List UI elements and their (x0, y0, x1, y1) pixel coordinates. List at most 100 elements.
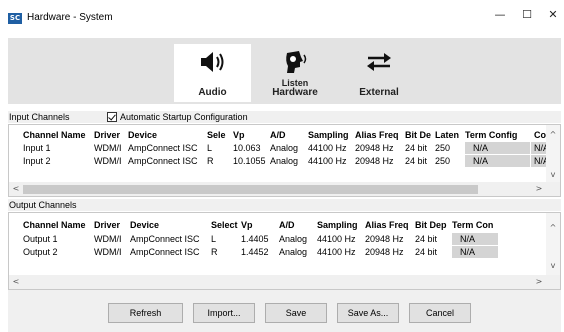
input-horizontal-scrollbar[interactable]: < > (9, 182, 560, 196)
tab-audio-label: Audio (198, 87, 227, 98)
column-header[interactable]: Device (128, 129, 206, 141)
output-vertical-scrollbar[interactable]: ^ v (546, 213, 560, 275)
cell-sampling: 44100 Hz (308, 143, 347, 153)
column-header[interactable]: Vp (241, 219, 277, 231)
cell-channel-name: Input 1 (23, 143, 51, 153)
column-header[interactable]: Bit Dep (415, 219, 449, 231)
cell-ad: Analog (279, 234, 308, 244)
column-header[interactable]: Device (130, 219, 208, 231)
cell-alias-freq: 20948 Hz (355, 156, 394, 166)
column-header[interactable]: A/D (270, 129, 305, 141)
app-logo-icon: SC (8, 13, 22, 24)
arrows-exchange-icon (339, 48, 419, 76)
column-header[interactable]: Alias Freq (355, 129, 403, 141)
scroll-left-icon[interactable]: < (9, 277, 23, 287)
column-header[interactable]: Sampling (308, 129, 353, 141)
input-channels-title: Input Channels (9, 112, 70, 122)
cell-alias-freq: 20948 Hz (365, 247, 404, 257)
column-header[interactable]: Alias Freq (365, 219, 413, 231)
maximize-button[interactable]: ☐ (515, 6, 539, 24)
scroll-right-icon[interactable]: > (532, 277, 546, 287)
cell-device: AmpConnect ISC (128, 156, 198, 166)
output-channels-header: Output Channels (8, 199, 561, 211)
output-channels-table: Channel Name Driver Device Select Vp A/D… (8, 212, 561, 290)
input-channels-table: Channel Name Driver Device Sele Vp A/D S… (8, 124, 561, 197)
cell-channel-name: Output 2 (23, 247, 58, 257)
save-as-button[interactable]: Save As... (337, 303, 399, 323)
column-header[interactable]: Channel Name (23, 129, 93, 141)
cell-sampling: 44100 Hz (317, 247, 356, 257)
title-bar: SC Hardware - System — ☐ ✕ (0, 0, 564, 34)
cell-channel-name: Input 2 (23, 156, 51, 166)
scroll-up-icon[interactable]: ^ (546, 130, 560, 140)
cancel-button[interactable]: Cancel (409, 303, 471, 323)
cell-select: L (207, 143, 213, 153)
window-title: Hardware - System (27, 12, 113, 23)
tab-hardware-label: Hardware (272, 87, 318, 98)
cell-ad: Analog (279, 247, 308, 257)
cell-sampling: 44100 Hz (308, 156, 347, 166)
cell-term-config[interactable]: N/A (452, 246, 498, 258)
cell-ad: Analog (270, 143, 299, 153)
column-header[interactable]: A/D (279, 219, 314, 231)
cell-channel-name: Output 1 (23, 234, 58, 244)
column-header[interactable]: Select (211, 219, 239, 231)
input-vertical-scrollbar[interactable]: ^ v (546, 125, 560, 182)
column-header[interactable]: Term Con (452, 219, 498, 231)
cell-bit-depth: 24 bit (405, 143, 428, 153)
cell-driver: WDM/I (94, 143, 122, 153)
column-header[interactable]: Driver (94, 129, 127, 141)
import-button[interactable]: Import... (193, 303, 255, 323)
column-header[interactable]: Term Config (465, 129, 530, 141)
cell-bit-depth: 24 bit (405, 156, 428, 166)
minimize-button[interactable]: — (488, 6, 512, 24)
cell-driver: WDM/I (94, 247, 122, 257)
toolbar: Audio Listen Hardware External (8, 38, 561, 104)
automatic-startup-label: Automatic Startup Configuration (120, 112, 248, 122)
cell-vp: 10.1055 (233, 156, 266, 166)
tab-external-label: External (359, 87, 399, 98)
cell-alias-freq: 20948 Hz (355, 143, 394, 153)
column-header[interactable]: Channel Name (23, 219, 93, 231)
cell-bit-depth: 24 bit (415, 234, 438, 244)
scroll-right-icon[interactable]: > (532, 184, 546, 194)
save-button[interactable]: Save (265, 303, 327, 323)
cell-term-config[interactable]: N/A (465, 155, 530, 167)
cell-bit-depth: 24 bit (415, 247, 438, 257)
column-header[interactable]: Driver (94, 219, 127, 231)
cell-select: R (207, 156, 214, 166)
column-header[interactable]: Vp (233, 129, 269, 141)
cell-vp: 1.4452 (241, 247, 269, 257)
cell-driver: WDM/I (94, 234, 122, 244)
scroll-up-icon[interactable]: ^ (546, 223, 560, 233)
output-horizontal-scrollbar[interactable]: < > (9, 275, 560, 289)
scroll-left-icon[interactable]: < (9, 184, 23, 194)
column-header[interactable]: Sampling (317, 219, 363, 231)
cell-latency: 250 (435, 143, 451, 153)
cell-driver: WDM/I (94, 156, 122, 166)
cell-vp: 10.063 (233, 143, 261, 153)
column-header[interactable]: Laten (435, 129, 463, 141)
scroll-down-icon[interactable]: v (546, 170, 560, 180)
cell-latency: 250 (435, 156, 451, 166)
cell-sampling: 44100 Hz (317, 234, 356, 244)
cell-term-config[interactable]: N/A (465, 142, 530, 154)
cell-device: AmpConnect ISC (130, 234, 200, 244)
horizontal-scroll-thumb[interactable] (23, 185, 478, 194)
cell-select: L (211, 234, 217, 244)
tab-external[interactable]: External (339, 44, 419, 102)
input-channels-header: Input Channels Automatic Startup Configu… (8, 111, 561, 123)
automatic-startup-checkbox[interactable] (107, 112, 117, 122)
tab-audio[interactable]: Audio (174, 44, 251, 102)
tab-listen-hardware[interactable]: Listen Hardware (256, 44, 334, 102)
cell-device: AmpConnect ISC (130, 247, 200, 257)
cell-term-config[interactable]: N/A (452, 233, 498, 245)
cell-alias-freq: 20948 Hz (365, 234, 404, 244)
refresh-button[interactable]: Refresh (108, 303, 183, 323)
column-header[interactable]: Sele (207, 129, 231, 141)
speaker-icon (174, 48, 251, 76)
scroll-down-icon[interactable]: v (546, 261, 560, 271)
close-button[interactable]: ✕ (541, 6, 564, 24)
cell-vp: 1.4405 (241, 234, 269, 244)
column-header[interactable]: Bit De (405, 129, 433, 141)
